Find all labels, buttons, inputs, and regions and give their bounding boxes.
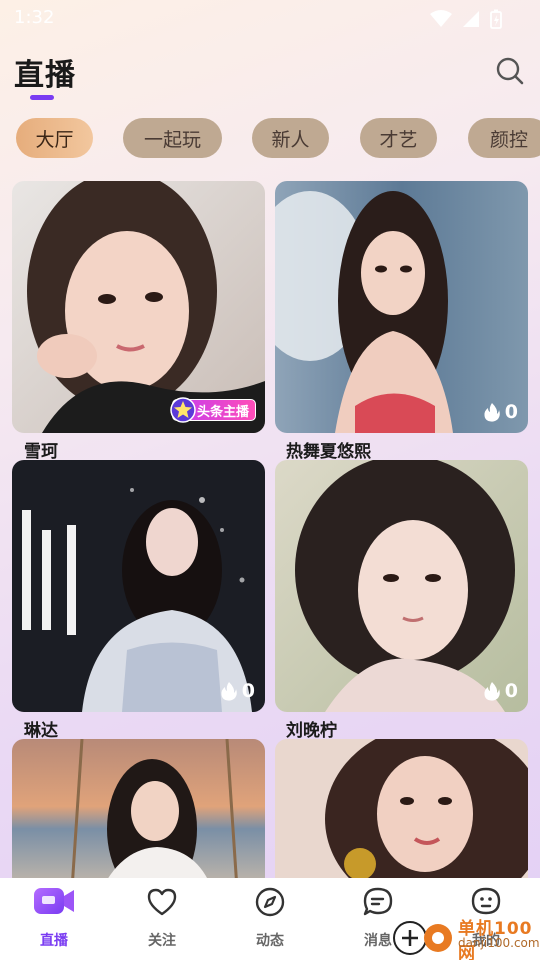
live-card[interactable]	[12, 739, 265, 889]
watermark: 单机100网 danji100.com	[392, 912, 540, 960]
status-icons	[430, 9, 502, 29]
wifi-icon	[430, 10, 452, 27]
streamer-name[interactable]: 雪珂	[24, 437, 58, 462]
badge-label: 头条主播	[196, 404, 249, 420]
signal-icon	[463, 11, 479, 27]
tab-play-together[interactable]: 一起玩	[123, 118, 222, 158]
stream-cover-image	[275, 181, 528, 433]
live-card[interactable]: 0	[275, 181, 528, 433]
battery-icon	[490, 9, 502, 29]
tab-hall[interactable]: 大厅	[16, 118, 93, 158]
flame-icon	[484, 403, 500, 422]
stream-cover-image	[12, 181, 265, 433]
stream-cover-image	[12, 460, 265, 712]
headline-anchor-badge: 头条主播	[170, 397, 256, 423]
watermark-url: danji100.com	[458, 936, 540, 950]
live-card[interactable]: 头条主播	[12, 181, 265, 433]
category-tabs: 大厅 一起玩 新人 才艺 颜控	[0, 118, 540, 160]
heat-count: 0	[504, 401, 518, 423]
title-underline	[30, 95, 54, 100]
nav-label: 关注	[148, 933, 176, 949]
live-card[interactable]: 0	[12, 460, 265, 712]
flame-icon	[221, 682, 237, 701]
heat-count: 0	[504, 680, 518, 702]
live-card[interactable]	[275, 739, 528, 889]
nav-follow[interactable]: 关注	[108, 878, 216, 960]
stream-cover-image	[275, 739, 528, 889]
heat-count: 0	[241, 680, 255, 702]
star-icon	[170, 397, 196, 423]
status-time: 1:32	[14, 7, 55, 28]
tab-looks[interactable]: 颜控	[468, 118, 540, 158]
tab-talent[interactable]: 才艺	[360, 118, 437, 158]
flame-icon	[484, 682, 500, 701]
heat-indicator: 0	[483, 680, 518, 702]
chat-bubble-icon	[363, 887, 393, 916]
streamer-name[interactable]: 刘晚柠	[286, 716, 337, 741]
streamer-name[interactable]: 热舞夏悠熙	[286, 437, 371, 462]
nav-label: 动态	[256, 933, 284, 949]
tab-newcomer[interactable]: 新人	[252, 118, 329, 158]
nav-label: 直播	[40, 933, 68, 949]
stream-cover-image	[275, 460, 528, 712]
search-icon	[496, 57, 524, 85]
compass-icon	[255, 887, 285, 917]
heat-indicator: 0	[220, 680, 255, 702]
nav-live[interactable]: 直播	[0, 878, 108, 960]
search-button[interactable]	[494, 55, 526, 87]
streamer-name[interactable]: 琳达	[24, 716, 58, 741]
status-bar: 1:32	[0, 0, 540, 36]
stream-cover-image	[12, 739, 265, 889]
live-card[interactable]: 0	[275, 460, 528, 712]
live-video-icon	[34, 888, 74, 914]
heart-icon	[147, 888, 177, 916]
heat-indicator: 0	[483, 401, 518, 423]
watermark-logo	[393, 921, 452, 955]
nav-moments[interactable]: 动态	[216, 878, 324, 960]
page-title: 直播	[14, 58, 76, 93]
